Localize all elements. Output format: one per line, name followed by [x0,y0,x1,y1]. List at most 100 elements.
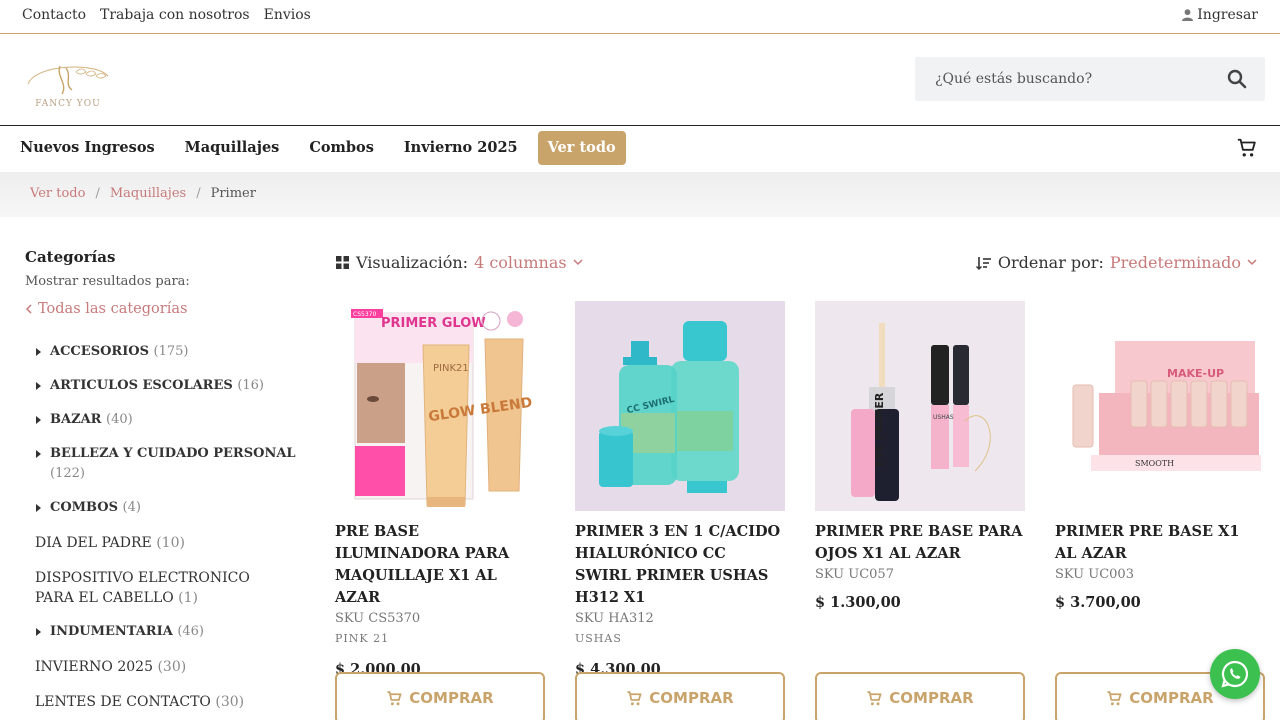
image-text: PRIMER GLOW [381,316,486,331]
top-links: Contacto Trabaja con nosotros Envios [22,7,311,23]
product-name[interactable]: PRIMER 3 EN 1 C/ACIDO HIALURÓNICO CC SWI… [575,521,785,609]
breadcrumb-separator: / [95,186,100,201]
category-name: INVIERNO 2025 [35,659,153,675]
product-name[interactable]: PRIMER PRE BASE PARA OJOS X1 AL AZAR [815,521,1025,565]
product-image[interactable]: CC SWIRL [575,301,785,511]
cart-icon[interactable] [1236,137,1258,159]
image-text: SMOOTH [1135,459,1174,468]
product-brand: PINK 21 [335,632,390,645]
image-text: CS5370 [353,311,376,318]
nav-item-nuevos-ingresos[interactable]: Nuevos Ingresos [20,131,155,165]
search-icon[interactable] [1227,69,1247,89]
sort-icon [975,256,991,270]
chevron-left-icon [25,304,32,314]
buy-button[interactable]: COMPRAR [575,672,785,720]
top-bar: Contacto Trabaja con nosotros Envios Ing… [0,0,1280,34]
category-name: DISPOSITIVO ELECTRONICO PARA EL CABELLO [35,570,250,606]
category-count: (10) [156,535,185,551]
caret-right-icon [36,450,41,458]
category-item-accesorios[interactable]: ACCESORIOS (175) [36,342,300,362]
category-item-combos[interactable]: COMBOS (4) [36,498,300,518]
buy-label: COMPRAR [649,689,734,707]
breadcrumb-bar: Ver todo / Maquillajes / Primer [0,172,1280,217]
brand-logo[interactable]: FANCY YOU [16,54,120,110]
breadcrumb: Ver todo / Maquillajes / Primer [30,186,256,201]
buy-label: COMPRAR [409,689,494,707]
breadcrumb-current: Primer [210,186,256,201]
category-item-dispositivo[interactable]: DISPOSITIVO ELECTRONICO PARA EL CABELLO … [35,568,285,608]
whatsapp-button[interactable] [1210,649,1260,699]
category-name: DIA DEL PADRE [35,535,152,551]
category-item-indumentaria[interactable]: INDUMENTARIA (46) [36,622,300,642]
caret-right-icon [36,628,41,636]
product-card: EYE PRIMER USHAS PRIMER PRE BASE PARA OJ… [815,301,1025,611]
view-selector: Visualización: 4 columnas [335,253,583,272]
nav-item-combos[interactable]: Combos [309,131,374,165]
category-item-belleza[interactable]: BELLEZA Y CUIDADO PERSONAL (122) [36,444,300,484]
sort-dropdown[interactable]: Predeterminado [1110,253,1257,272]
category-count: (30) [157,659,187,675]
product-name[interactable]: PRIMER PRE BASE X1 AL AZAR [1055,521,1265,565]
image-text: MAKE-UP [1167,367,1224,380]
category-count: (122) [50,466,85,481]
buy-label: COMPRAR [889,689,974,707]
logo-text: FANCY YOU [35,99,100,109]
product-name[interactable]: PRE BASE ILUMINADORA PARA MAQUILLAJE X1 … [335,521,545,609]
search-box [915,57,1265,101]
login-link[interactable]: Ingresar [1182,7,1258,23]
product-image[interactable]: PRIMER GLOW CS5370 PINK21 GLOW BLEND [335,301,545,511]
listing-toolbar: Visualización: 4 columnas Ordenar por: P… [335,253,1265,277]
category-count: (16) [237,378,264,393]
login-label: Ingresar [1197,7,1258,23]
view-dropdown[interactable]: 4 columnas [474,253,583,272]
nav-item-invierno[interactable]: Invierno 2025 [404,131,518,165]
category-name: INDUMENTARIA [50,624,173,639]
category-count: (1) [178,590,199,606]
image-text: EYE PRIMER [873,392,886,467]
breadcrumb-maquillajes[interactable]: Maquillajes [110,186,186,201]
product-sku: SKU CS5370 [335,611,421,626]
category-name: BELLEZA Y CUIDADO PERSONAL [50,446,296,461]
category-item-dia-del-padre[interactable]: DIA DEL PADRE (10) [35,533,285,553]
product-price: $ 1.300,00 [815,594,901,611]
cart-icon [627,690,642,705]
product-image[interactable]: MAKE-UP SMOOTH [1055,301,1265,511]
buy-button[interactable]: COMPRAR [335,672,545,720]
nav-ver-todo-button[interactable]: Ver todo [537,131,626,165]
top-link-trabaja[interactable]: Trabaja con nosotros [100,7,250,23]
category-sidebar: Categorías Mostrar resultados para: Toda… [25,248,296,710]
product-card: MAKE-UP SMOOTH PRIMER PRE BASE X1 AL AZA… [1055,301,1265,611]
caret-right-icon [36,382,41,390]
search-input[interactable] [915,57,1215,101]
category-item-invierno[interactable]: INVIERNO 2025 (30) [35,657,285,677]
buy-button[interactable]: COMPRAR [815,672,1025,720]
category-name: ACCESORIOS [50,344,149,359]
view-value: 4 columnas [474,253,567,272]
sort-label: Ordenar por: [997,253,1104,272]
whatsapp-icon [1221,660,1249,688]
sidebar-title: Categorías [25,248,116,266]
caret-right-icon [36,504,41,512]
product-brand: USHAS [575,632,622,645]
all-categories-link[interactable]: Todas las categorías [25,301,295,317]
category-item-articulos-escolares[interactable]: ARTICULOS ESCOLARES (16) [36,376,300,396]
category-item-lentes[interactable]: LENTES DE CONTACTO (30) [35,692,285,712]
sort-value: Predeterminado [1109,253,1241,272]
top-link-envios[interactable]: Envios [264,7,311,23]
top-link-contacto[interactable]: Contacto [22,7,86,23]
image-text: PINK21 [433,363,469,374]
product-image[interactable]: EYE PRIMER USHAS [815,301,1025,511]
category-count: (46) [177,624,204,639]
product-card: PRIMER GLOW CS5370 PINK21 GLOW BLEND PRE… [335,301,545,678]
breadcrumb-ver-todo[interactable]: Ver todo [30,186,85,201]
breadcrumb-separator: / [196,186,201,201]
main-nav: Nuevos Ingresos Maquillajes Combos Invie… [0,126,1280,172]
chevron-down-icon [1247,259,1257,266]
image-text: USHAS [933,414,954,421]
nav-item-maquillajes[interactable]: Maquillajes [185,131,280,165]
chevron-down-icon [573,259,583,266]
category-item-bazar[interactable]: BAZAR (40) [36,410,300,430]
category-name: ARTICULOS ESCOLARES [50,378,233,393]
product-sku: SKU HA312 [575,611,654,626]
category-name: COMBOS [50,500,119,515]
